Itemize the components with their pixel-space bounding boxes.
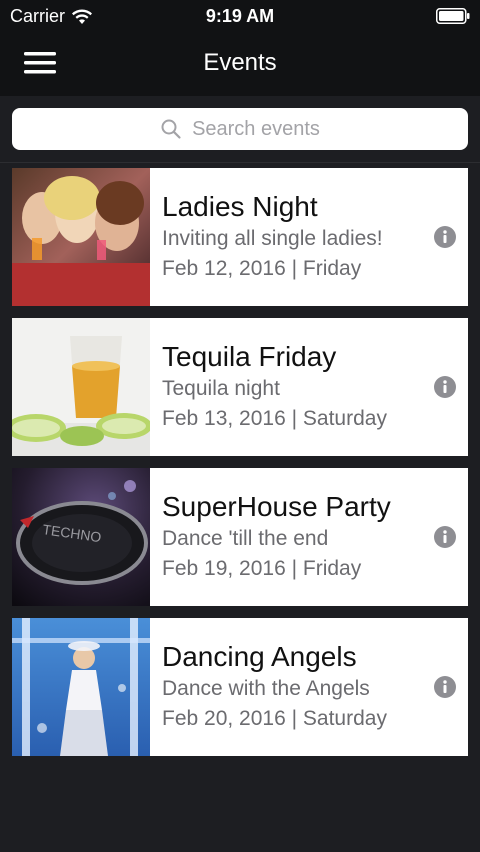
info-icon[interactable] [434,376,456,398]
event-card[interactable]: Ladies Night Inviting all single ladies!… [12,168,468,306]
event-list: Ladies Night Inviting all single ladies!… [12,168,468,768]
event-subtitle: Dance 'till the end [162,527,329,550]
event-subtitle: Tequila night [162,377,280,400]
event-details: Ladies Night Inviting all single ladies!… [162,190,422,284]
event-subtitle: Dance with the Angels [162,677,370,700]
party-women-photo [12,168,150,306]
event-date: Feb 20, 2016 | Saturday [162,707,387,730]
search-placeholder: Search events [192,117,320,140]
event-title: Ladies Night [162,191,318,222]
event-title: SuperHouse Party [162,491,391,522]
info-icon[interactable] [434,676,456,698]
event-details: Dancing Angels Dance with the Angels Feb… [162,640,422,734]
event-details: Tequila Friday Tequila night Feb 13, 201… [162,340,422,434]
dj-turntable-photo: TECHNO [12,468,150,606]
search-icon [161,119,181,139]
event-date: Feb 13, 2016 | Saturday [162,407,387,430]
status-bar: Carrier 9:19 AM [0,0,480,32]
event-card[interactable]: TECHNO SuperHouse Party Dance 'till the … [12,468,468,606]
tequila-shot-photo [12,318,150,456]
event-title: Tequila Friday [162,341,337,372]
navigation-bar: Events [0,32,480,96]
search-area: Search events [0,96,480,163]
search-input[interactable]: Search events [12,108,468,150]
event-date: Feb 19, 2016 | Friday [162,557,362,580]
dancer-stage-photo [12,618,150,756]
info-icon[interactable] [434,226,456,248]
event-card[interactable]: Dancing Angels Dance with the Angels Feb… [12,618,468,756]
event-card[interactable]: Tequila Friday Tequila night Feb 13, 201… [12,318,468,456]
status-time: 9:19 AM [205,6,275,26]
event-title: Dancing Angels [162,641,357,672]
page-title: Events [203,49,277,76]
event-subtitle: Inviting all single ladies! [162,227,383,250]
event-details: SuperHouse Party Dance 'till the end Feb… [162,490,422,584]
battery-icon [436,8,470,24]
event-date: Feb 12, 2016 | Friday [162,257,362,280]
info-icon[interactable] [434,526,456,548]
